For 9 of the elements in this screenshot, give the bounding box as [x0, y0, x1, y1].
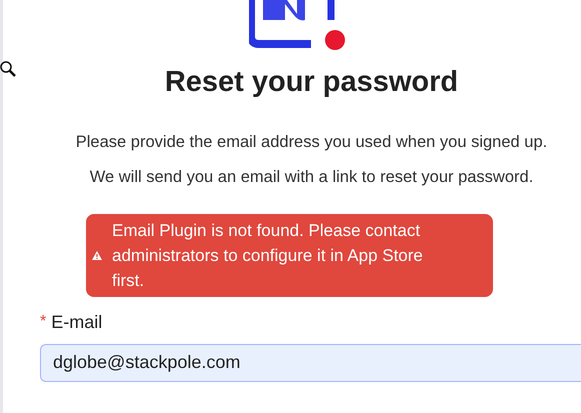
field-label: E-mail	[51, 310, 102, 334]
page-title: Reset your password	[164, 65, 458, 100]
warning-icon	[92, 250, 102, 260]
instruction-text: We will send you an email with a link to reset your password.	[90, 166, 534, 188]
required-marker: *	[40, 312, 46, 332]
alert-message: Email Plugin is not found. Please contact administrators to configure it in App Store first.	[112, 220, 424, 292]
instruction-text: Please provide the email address you used when you signed up.	[76, 132, 548, 153]
email-field[interactable]: dglobe@stackpole.com	[40, 344, 581, 382]
search-icon	[0, 61, 17, 78]
